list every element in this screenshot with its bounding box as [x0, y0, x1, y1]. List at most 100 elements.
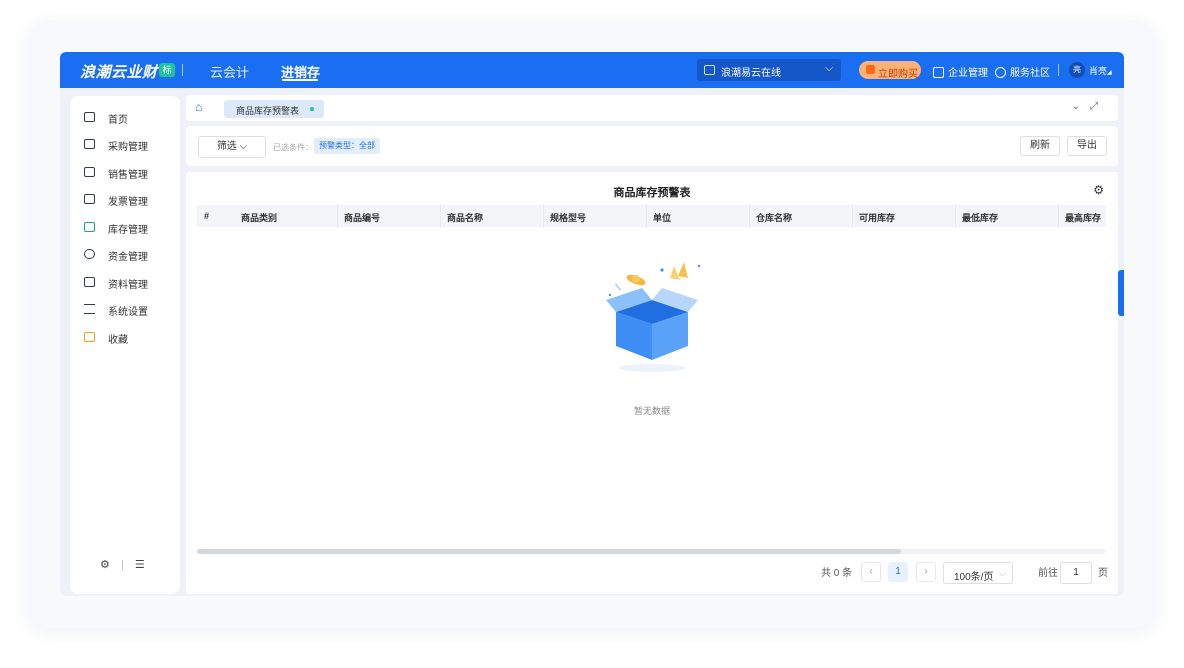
footer-divider: | — [120, 559, 124, 571]
chevron-down-icon: ⌵ — [825, 63, 833, 74]
enterprise-label: 企业管理 — [948, 68, 988, 79]
sidebar-item-label: 资料管理 — [108, 280, 148, 291]
shopping-bag-icon — [866, 65, 875, 74]
goto-label: 前往 — [1038, 568, 1058, 579]
warehouse-icon — [84, 222, 95, 232]
top-divider — [1058, 64, 1059, 76]
column-header[interactable]: 规格型号 — [550, 211, 586, 224]
column-header[interactable]: 商品类别 — [241, 211, 277, 224]
edition-badge: 标 — [159, 63, 175, 77]
column-divider — [646, 205, 647, 227]
prev-page-button[interactable]: ‹ — [861, 562, 881, 582]
tab-cloud-accounting[interactable]: 云会计 — [210, 62, 249, 81]
sidebar: 首页 采购管理 销售管理 发票管理 库存管理 资金管理 资料管理 系统设置 收藏… — [70, 96, 180, 594]
page-size-select[interactable]: 100条/页 ⌵ — [943, 562, 1013, 584]
column-divider — [337, 205, 338, 227]
active-dot — [310, 107, 314, 111]
bookmark-star-icon — [84, 332, 95, 342]
selected-conditions-label: 已选条件： — [273, 143, 313, 152]
column-header[interactable]: # — [204, 211, 209, 221]
filter-label: 筛选 — [216, 141, 237, 152]
sidebar-item-label: 首页 — [108, 115, 128, 126]
document-icon — [84, 277, 95, 287]
refresh-button[interactable]: 刷新 — [1020, 136, 1060, 156]
side-drawer-handle[interactable] — [1118, 270, 1124, 316]
active-tab-indicator — [282, 79, 318, 81]
sidebar-item-label: 库存管理 — [108, 225, 148, 236]
app-window: 浪潮云业财 标 云会计 进销存 浪潮易云在线 ⌵ 立即购买 企业管理 服务社区 … — [60, 52, 1124, 596]
table-header: # 商品类别 商品编号 商品名称 规格型号 单位 仓库名称 可用库存 最低库存 … — [197, 205, 1106, 227]
brand-divider — [182, 64, 183, 76]
cart-icon — [84, 139, 95, 149]
page-size-value: 100条/页 — [954, 572, 994, 583]
collapse-menu-icon[interactable]: ☰ — [135, 559, 145, 571]
chevron-down-icon: ⌵ — [239, 141, 248, 152]
report-title: 商品库存预警表 — [613, 187, 691, 199]
column-divider — [955, 205, 956, 227]
column-header[interactable]: 商品名称 — [447, 211, 483, 224]
empty-state-text: 暂无数据 — [633, 406, 670, 416]
collapse-down-icon[interactable]: ⌄ — [1072, 101, 1090, 112]
enterprise-management-link[interactable]: 企业管理 — [933, 64, 988, 79]
export-button[interactable]: 导出 — [1067, 136, 1107, 156]
buy-now-label: 立即购买 — [878, 69, 918, 80]
sliders-icon — [84, 304, 95, 314]
buy-now-button[interactable]: 立即购买 — [859, 61, 921, 80]
next-page-button[interactable]: › — [916, 562, 936, 582]
column-settings-icon[interactable]: ⚙ — [1093, 183, 1104, 197]
column-header[interactable]: 最高库存 — [1065, 211, 1101, 224]
brand-logo[interactable]: 浪潮云业财 — [80, 61, 158, 82]
current-page[interactable]: 1 — [888, 562, 908, 582]
tab-actions: ⌄⤢ — [1072, 101, 1108, 112]
total-count: 共 0 条 — [821, 568, 853, 579]
sidebar-item-label: 采购管理 — [108, 142, 148, 153]
column-header[interactable]: 单位 — [653, 211, 671, 224]
user-menu[interactable]: 肖亮◢ — [1089, 64, 1112, 77]
breadcrumb: ⌂ 商品库存预警表 ⌄⤢ — [186, 95, 1118, 121]
organization-name: 浪潮易云在线 — [721, 68, 781, 79]
sidebar-item-label: 发票管理 — [108, 197, 148, 208]
column-divider — [749, 205, 750, 227]
column-divider — [440, 205, 441, 227]
caret-icon: ◢ — [1107, 70, 1112, 76]
horizontal-scrollbar[interactable] — [197, 549, 1106, 554]
chat-bubble-icon — [995, 67, 1006, 78]
column-header[interactable]: 仓库名称 — [756, 211, 792, 224]
condition-tag[interactable]: 预警类型：全部 — [314, 138, 380, 154]
column-divider — [543, 205, 544, 227]
scrollbar-thumb[interactable] — [197, 549, 901, 554]
filter-button[interactable]: 筛选 ⌵ — [198, 136, 266, 158]
column-divider — [852, 205, 853, 227]
filter-bar: 筛选 ⌵ 已选条件： 预警类型：全部 刷新 导出 — [186, 126, 1118, 166]
sidebar-item-label: 收藏 — [108, 335, 128, 346]
column-divider — [1058, 205, 1059, 227]
enterprise-icon — [933, 67, 944, 78]
sidebar-item-label: 资金管理 — [108, 252, 148, 263]
fullscreen-icon[interactable]: ⤢ — [1090, 101, 1108, 112]
money-bag-icon — [84, 249, 95, 259]
column-header[interactable]: 最低库存 — [962, 211, 998, 224]
home-icon — [84, 112, 95, 122]
home-icon[interactable]: ⌂ — [195, 101, 208, 114]
report-panel: 商品库存预警表 ⚙ # 商品类别 商品编号 商品名称 规格型号 单位 仓库名称 … — [186, 172, 1118, 594]
sidebar-item-label: 系统设置 — [108, 307, 148, 318]
avatar[interactable]: 亮 — [1069, 62, 1085, 78]
column-header[interactable]: 商品编号 — [344, 211, 380, 224]
sidebar-item-label: 销售管理 — [108, 170, 148, 181]
sidebar-footer: ⚙ | ☰ — [100, 558, 145, 571]
service-community-link[interactable]: 服务社区 — [995, 64, 1050, 79]
community-label: 服务社区 — [1010, 68, 1050, 79]
empty-box-illustration — [606, 262, 701, 372]
building-icon — [704, 65, 715, 75]
tab-label: 商品库存预警表 — [236, 106, 300, 116]
gear-icon[interactable]: ⚙ — [100, 559, 110, 571]
goto-page-input[interactable]: 1 — [1060, 562, 1092, 584]
column-header[interactable]: 可用库存 — [859, 211, 895, 224]
invoice-icon — [84, 194, 95, 204]
top-bar: 浪潮云业财 标 云会计 进销存 浪潮易云在线 ⌵ 立即购买 企业管理 服务社区 … — [60, 52, 1124, 88]
user-name: 肖亮 — [1089, 66, 1108, 76]
chevron-down-icon: ⌵ — [999, 568, 1006, 578]
page-unit-label: 页 — [1098, 568, 1108, 579]
organization-select[interactable]: 浪潮易云在线 ⌵ — [697, 59, 841, 81]
tab-stock-warning[interactable]: 商品库存预警表 — [224, 100, 324, 118]
